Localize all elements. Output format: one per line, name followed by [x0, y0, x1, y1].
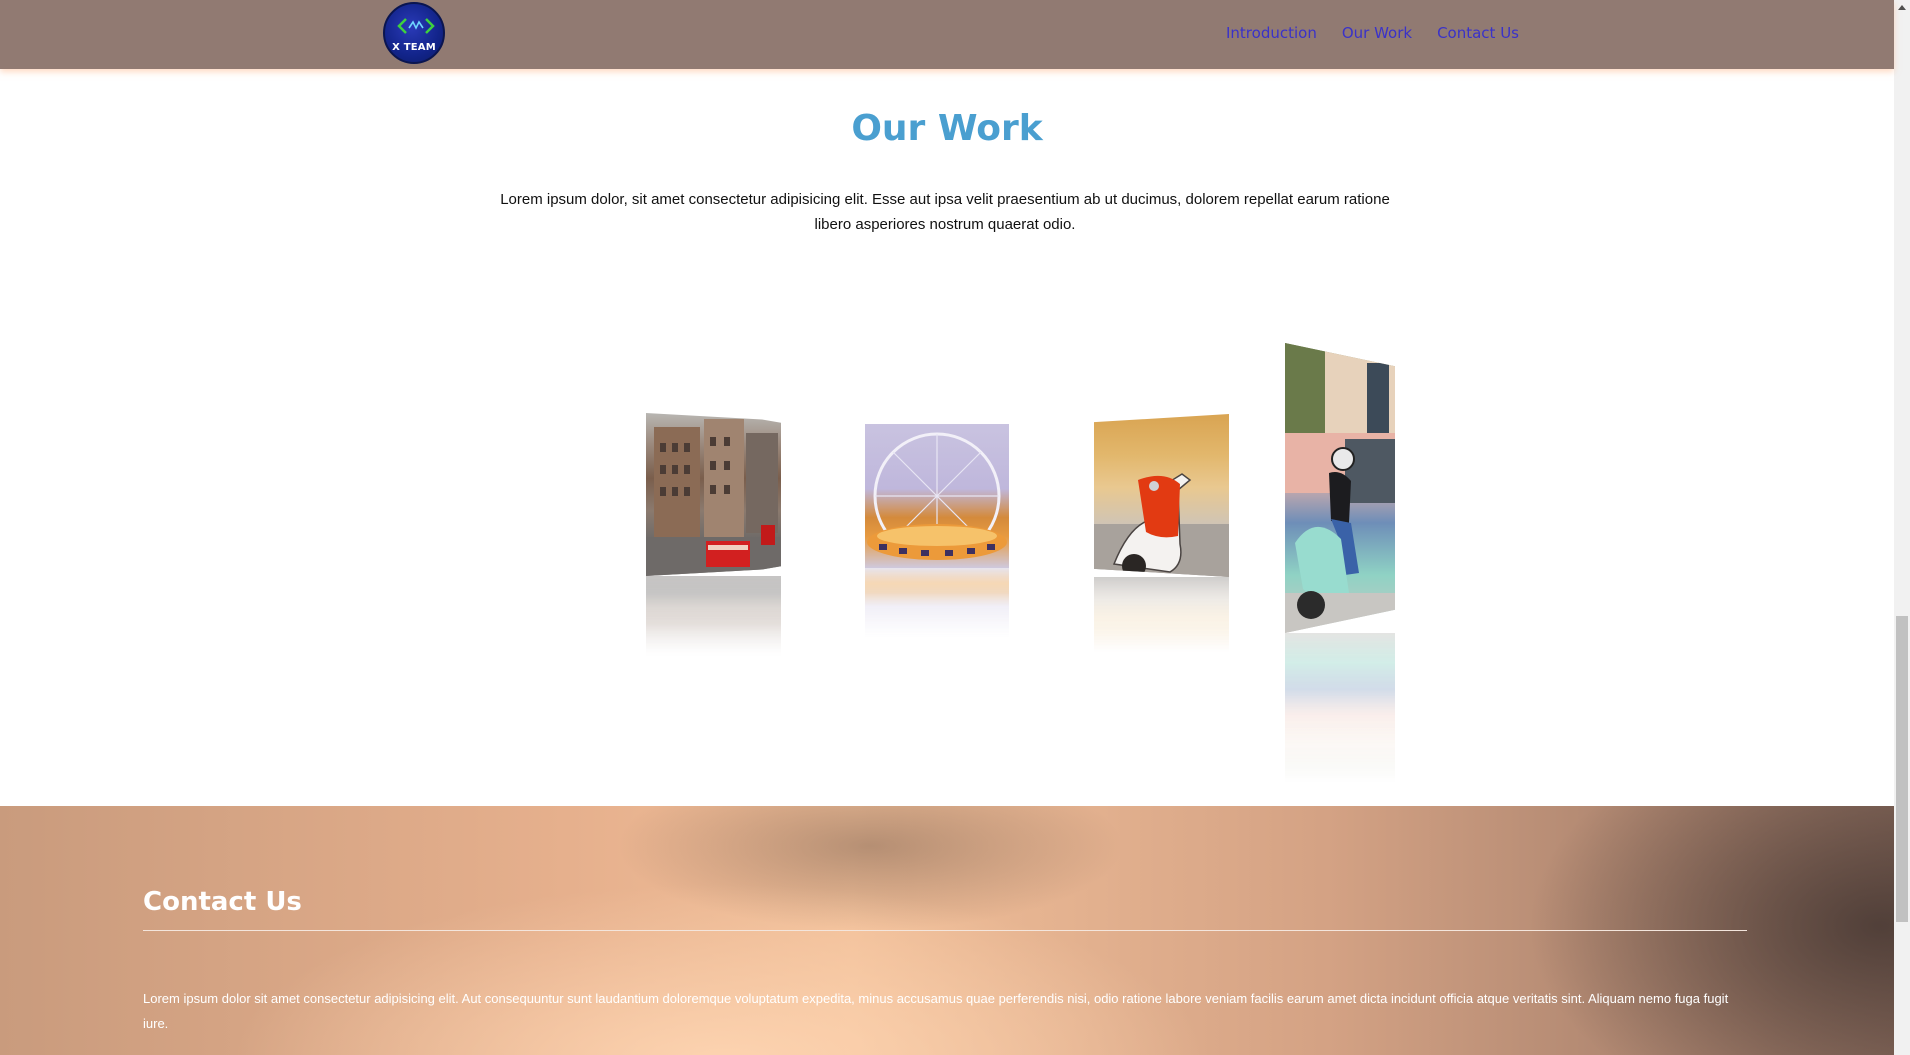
contact-heading: Contact Us	[143, 887, 302, 917]
ferris-wheel-reflection	[865, 568, 1009, 638]
scooter-reflection	[1094, 577, 1229, 652]
logo-text: X TEAM	[392, 42, 436, 53]
our-work-heading: Our Work	[851, 108, 1043, 149]
scroll-up-arrow-icon[interactable]	[1894, 0, 1910, 16]
ferris-wheel-photo[interactable]	[865, 424, 1009, 568]
page-scrollbar[interactable]	[1894, 0, 1910, 1055]
contact-section: Contact Us Lorem ipsum dolor sit amet co…	[0, 806, 1894, 1055]
our-work-description: Lorem ipsum dolor, sit amet consectetur …	[500, 191, 1390, 233]
nav-menu: Introduction Our Work Contact Us	[1226, 24, 1519, 42]
rider-on-scooter-photo[interactable]	[1285, 343, 1395, 633]
nav-link-our-work[interactable]: Our Work	[1342, 24, 1412, 42]
scrollbar-thumb[interactable]	[1896, 616, 1908, 922]
contact-description: Lorem ipsum dolor sit amet consectetur a…	[143, 991, 1729, 1031]
navbar: X TEAM Introduction Our Work Contact Us	[0, 0, 1894, 69]
brand-logo[interactable]: X TEAM	[383, 2, 445, 64]
scooter-photo[interactable]	[1094, 414, 1229, 577]
city-street-photo[interactable]	[646, 413, 781, 576]
code-brackets-icon	[397, 18, 435, 34]
nav-link-introduction[interactable]: Introduction	[1226, 24, 1317, 42]
city-street-reflection	[646, 576, 781, 656]
rider-on-scooter-reflection	[1285, 633, 1395, 783]
nav-link-contact-us[interactable]: Contact Us	[1437, 24, 1519, 42]
contact-divider	[143, 930, 1747, 931]
